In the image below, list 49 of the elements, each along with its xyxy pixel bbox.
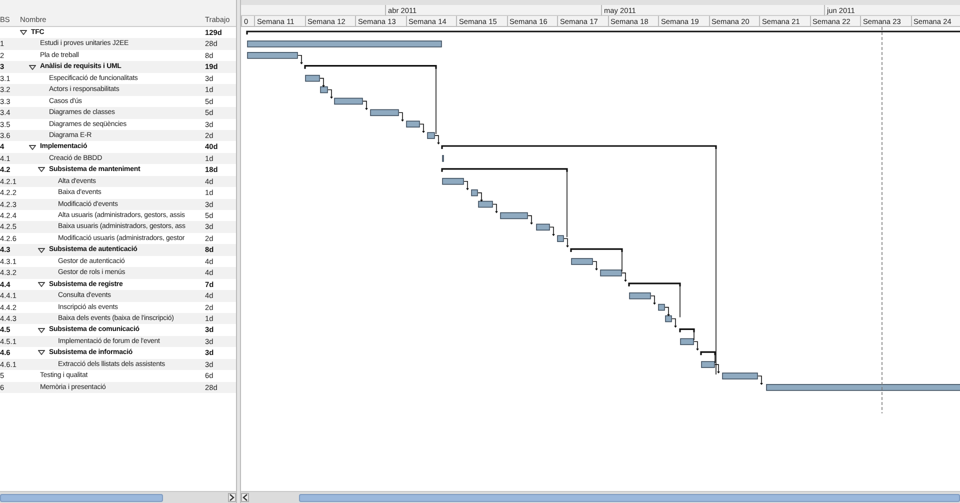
- scroll-left-button[interactable]: [241, 493, 249, 502]
- task-bar: [500, 212, 528, 220]
- task-bar: [722, 372, 758, 380]
- horizontal-scrollbar[interactable]: [241, 491, 960, 503]
- task-bar: [334, 98, 363, 105]
- dependency-arrow: [298, 55, 303, 64]
- task-bar: [536, 224, 550, 231]
- task-bar: [406, 120, 420, 128]
- task-bar: [442, 178, 464, 185]
- summary-bracket: [700, 351, 716, 356]
- dependency-arrow: [622, 272, 627, 282]
- task-bar: [320, 86, 328, 94]
- summary-bracket: [628, 282, 681, 286]
- task-bar: [478, 200, 493, 208]
- dependency-arrow: [714, 364, 720, 374]
- task-bar: [629, 292, 651, 300]
- summary-end-line: [566, 169, 568, 238]
- collapse-toggle-icon[interactable]: [38, 328, 45, 333]
- task-bar: [701, 361, 715, 368]
- dependency-arrow: [694, 341, 699, 351]
- task-bar: [427, 132, 435, 139]
- task-bar: [600, 270, 622, 276]
- scroll-right-button[interactable]: [228, 493, 236, 502]
- dependency-arrow: [758, 376, 763, 385]
- task-bar: [305, 74, 320, 82]
- collapse-toggle-icon[interactable]: [38, 167, 45, 172]
- summary-bracket: [679, 328, 695, 332]
- collapse-toggle-icon[interactable]: [38, 350, 45, 356]
- scrollbar-thumb[interactable]: [0, 494, 163, 502]
- task-bar: [665, 315, 672, 322]
- task-bar: [680, 338, 694, 346]
- task-bar: [557, 235, 564, 242]
- collapse-toggle-icon[interactable]: [20, 30, 27, 36]
- collapse-toggle-icon[interactable]: [29, 64, 36, 70]
- horizontal-scrollbar[interactable]: [0, 491, 236, 503]
- dependency-arrow: [398, 112, 404, 122]
- collapse-toggle-icon[interactable]: [38, 282, 45, 287]
- task-bar: [247, 52, 298, 59]
- scrollbar-thumb[interactable]: [299, 494, 960, 502]
- collapse-toggle-icon[interactable]: [38, 248, 45, 253]
- task-bar: [571, 258, 593, 265]
- summary-bracket: [570, 248, 623, 252]
- dependency-arrow: [528, 215, 533, 225]
- dependency-arrow: [362, 100, 368, 110]
- task-bar: [370, 109, 399, 116]
- task-bar: [471, 189, 478, 196]
- collapse-toggle-icon[interactable]: [29, 144, 36, 150]
- task-bar: [658, 304, 665, 311]
- dependency-arrow: [592, 261, 598, 270]
